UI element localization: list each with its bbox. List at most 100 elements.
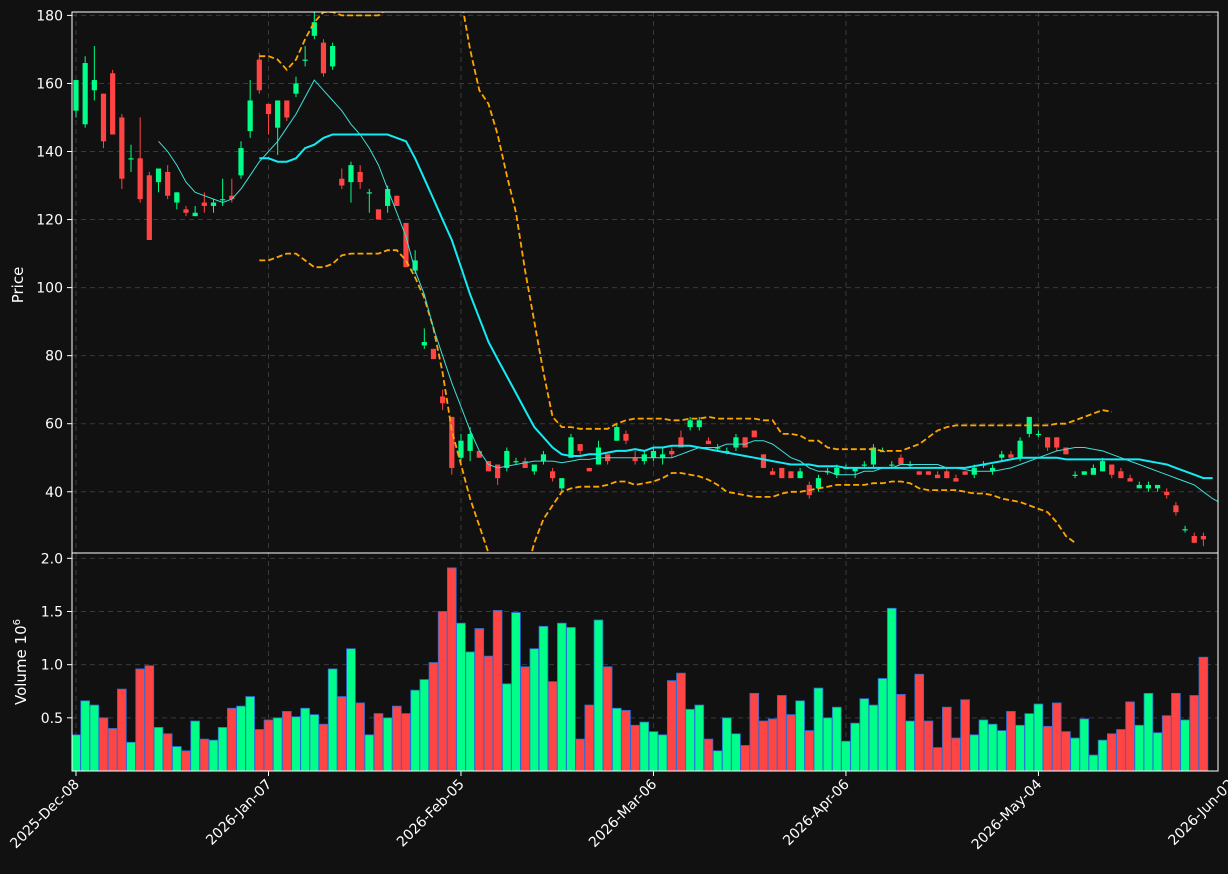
volume-bar	[593, 619, 604, 771]
volume-bar	[520, 666, 530, 771]
volume-bar	[1051, 702, 1062, 771]
volume-bar	[905, 720, 915, 771]
volume-tick-label: 2.0	[41, 551, 63, 567]
volume-bar	[1134, 724, 1145, 771]
candle-body	[916, 471, 922, 475]
candle-body	[265, 103, 272, 115]
volume-bar	[721, 717, 732, 771]
volume-bar	[639, 721, 650, 771]
candle-body	[485, 461, 492, 472]
volume-bar	[795, 700, 805, 771]
candle-body	[284, 100, 290, 118]
volume-bar	[804, 730, 815, 771]
volume-bar	[1042, 725, 1053, 771]
volume-bar	[666, 680, 677, 771]
volume-bar	[318, 723, 329, 771]
candle-body	[165, 171, 171, 196]
candle-body	[559, 478, 565, 489]
volume-bar	[1171, 692, 1181, 771]
volume-axis-exponent-power: 6	[12, 619, 23, 625]
volume-bar	[401, 713, 411, 771]
volume-bar	[117, 688, 127, 771]
volume-bar	[1097, 739, 1108, 771]
volume-bar	[392, 705, 402, 771]
price-tick-label: 40	[45, 485, 63, 501]
volume-bar	[364, 734, 375, 771]
candle-body	[1109, 464, 1115, 475]
price-tick-label: 180	[36, 8, 63, 24]
candle-body	[1200, 535, 1207, 540]
candle-body	[586, 467, 592, 472]
volume-bar	[969, 734, 980, 771]
volume-bar	[1088, 754, 1099, 771]
candle-body	[449, 416, 455, 468]
volume-bar	[272, 717, 283, 771]
candle-body	[201, 202, 207, 206]
volume-bar	[1198, 656, 1209, 771]
volume-bar	[236, 705, 246, 771]
candle-body	[155, 168, 162, 183]
volume-bar	[1180, 719, 1190, 771]
candle-body	[751, 430, 757, 438]
volume-bar	[1189, 695, 1200, 771]
candle-body	[1008, 454, 1014, 458]
candle-body	[742, 437, 748, 448]
volume-bar	[1116, 729, 1126, 771]
volume-bar	[135, 668, 145, 771]
candle-body	[348, 165, 354, 183]
volume-bar	[841, 740, 851, 771]
candle-body	[110, 73, 116, 135]
price-axis-label: Price	[9, 267, 27, 304]
volume-bar	[529, 648, 540, 771]
volume-bar	[447, 567, 457, 771]
volume-bar	[621, 709, 631, 771]
volume-bar	[547, 681, 558, 771]
candle-body	[953, 478, 959, 482]
price-tick-label: 120	[36, 213, 63, 229]
candle-body	[238, 148, 244, 176]
volume-bar	[1152, 732, 1163, 771]
candle-body	[293, 83, 299, 94]
candle-body	[82, 63, 88, 125]
candle-body	[330, 46, 336, 67]
volume-bar	[1024, 713, 1035, 771]
volume-bar	[987, 723, 998, 771]
volume-bar	[291, 716, 301, 771]
candle-body	[385, 188, 391, 206]
volume-tick-label: 0.5	[41, 711, 63, 727]
candle-body	[1127, 478, 1133, 482]
candle-body	[540, 454, 547, 462]
candle-body	[760, 454, 767, 468]
volume-bar	[859, 698, 870, 771]
candle-body	[339, 178, 345, 186]
volume-bar	[1015, 724, 1025, 771]
volume-bar	[877, 678, 888, 771]
volume-bar	[483, 655, 494, 771]
volume-bar	[1161, 715, 1172, 771]
volume-bar	[282, 711, 292, 771]
candle-body	[174, 192, 180, 203]
candle-body	[1136, 484, 1142, 489]
volume-bar	[951, 737, 961, 771]
volume-bar	[740, 745, 750, 771]
volume-bar	[172, 746, 182, 771]
candle-body	[430, 348, 437, 360]
volume-bar	[566, 627, 576, 771]
candle-body	[898, 457, 904, 465]
candle-body	[210, 202, 217, 206]
candle-body	[100, 93, 107, 142]
price-tick-label: 80	[45, 349, 63, 365]
volume-bar	[208, 739, 219, 771]
volume-bar	[327, 668, 338, 771]
candle-body	[705, 440, 712, 445]
volume-bar	[254, 729, 265, 771]
candle-body	[632, 457, 638, 462]
volume-bar	[556, 622, 567, 771]
volume-bar	[1143, 692, 1154, 771]
candle-body	[375, 209, 382, 220]
candle-body	[779, 467, 785, 479]
candle-body	[1191, 535, 1197, 543]
candle-body	[247, 100, 253, 132]
volume-bar	[80, 700, 90, 771]
candle-body	[357, 171, 363, 183]
